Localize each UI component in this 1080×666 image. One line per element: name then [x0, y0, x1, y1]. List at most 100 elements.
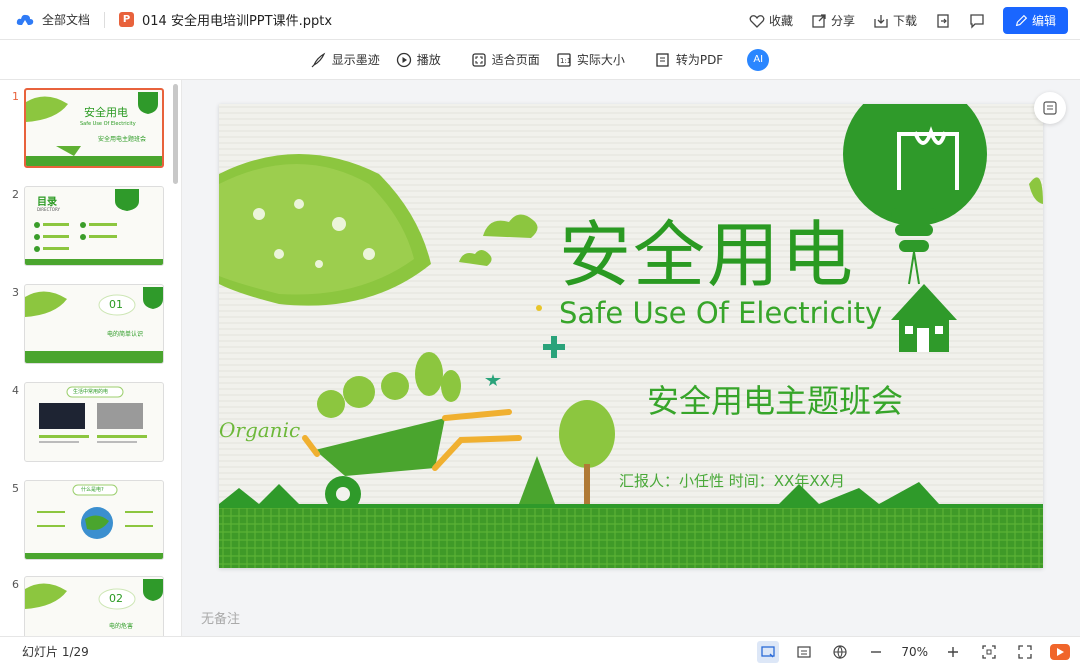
play-circle-icon	[396, 52, 411, 67]
outline-icon	[1043, 101, 1057, 115]
globe-icon	[833, 645, 847, 659]
to-pdf-label: 转为PDF	[675, 53, 724, 67]
share-icon	[812, 13, 826, 28]
speaker-notes[interactable]: 无备注	[201, 608, 240, 627]
share-button[interactable]: 分享	[811, 12, 855, 29]
thumbnail-2[interactable]: 2 目录 DIRECTORY	[0, 186, 181, 270]
fit-screen-icon	[982, 645, 996, 659]
share-label: 分享	[830, 14, 855, 28]
list-icon	[797, 646, 811, 658]
fit-page-button[interactable]: 适合页面	[471, 51, 540, 68]
collect-button[interactable]: 收藏	[749, 12, 793, 29]
web-view-button[interactable]	[829, 641, 851, 663]
play-label: 播放	[416, 53, 441, 67]
slideshow-button[interactable]	[1050, 644, 1070, 660]
pdf-icon	[656, 52, 669, 67]
actual-size-label: 实际大小	[576, 53, 625, 67]
thumb-subtitle: DIRECTORY	[37, 207, 60, 212]
thumbnail-6-art	[25, 579, 163, 610]
thumbnail-image: 生活中常用的电	[24, 382, 164, 462]
slide-counter: 幻灯片 1/29	[22, 645, 89, 659]
thumb-number-label: 01	[109, 298, 123, 311]
thumbnail-3[interactable]: 3 01 电的简单认识	[0, 284, 181, 368]
thumb-theme: 安全用电主题班会	[98, 136, 147, 143]
show-ink-label: 显示墨迹	[331, 53, 380, 67]
thumbnail-number: 1	[12, 90, 19, 103]
thumbnail-image: 01 电的简单认识	[24, 284, 164, 364]
actual-size-icon: 1:1	[557, 52, 571, 67]
thumbnail-number: 4	[12, 384, 19, 397]
file-name: 014 安全用电培训PPT课件.pptx	[142, 14, 333, 29]
download-label: 下载	[892, 14, 917, 28]
status-bar: 幻灯片 1/29 70%	[0, 636, 1080, 666]
svg-text:1:1: 1:1	[560, 57, 571, 65]
edit-button[interactable]: 编辑	[1002, 7, 1068, 34]
zoom-level[interactable]: 70%	[901, 645, 928, 659]
export-button[interactable]	[935, 13, 951, 29]
zoom-out-button[interactable]	[865, 641, 887, 663]
slide-canvas[interactable]: 安全用电 Safe Use Of Electricity 安全用电主题班会 汇报…	[219, 104, 1043, 568]
slide-artwork	[219, 104, 1043, 568]
show-ink-button[interactable]: 显示墨迹	[311, 51, 380, 68]
outline-view-button[interactable]	[1034, 92, 1066, 124]
slide-subtitle: Safe Use Of Electricity	[559, 296, 883, 330]
thumbnail-4[interactable]: 4 生活中常用的电	[0, 382, 181, 466]
notes-view-button[interactable]	[793, 641, 815, 663]
view-toolbar: 显示墨迹 播放 适合页面 1:1 实际大小 转为PDF AI	[0, 40, 1080, 80]
fullscreen-icon	[1018, 645, 1032, 659]
actual-size-button[interactable]: 1:1 实际大小	[556, 51, 625, 68]
download-button[interactable]: 下载	[873, 12, 917, 29]
edit-label: 编辑	[1031, 14, 1056, 28]
thumbnail-1-art	[26, 92, 162, 166]
fit-page-label: 适合页面	[491, 53, 540, 67]
fit-page-icon	[472, 52, 486, 67]
thumb-number-label: 02	[109, 592, 123, 605]
thumb-title: 目录	[37, 197, 57, 208]
top-bar: 全部文档 P 014 安全用电培训PPT课件.pptx 收藏 分享 下载 编辑	[0, 0, 1080, 40]
slide-thumbnail-panel: 1 安全用电 Safe Use Of Electricity 安全用电主题班会 …	[0, 80, 182, 636]
thumbnail-3-art	[25, 287, 163, 363]
normal-view-button[interactable]	[757, 641, 780, 663]
ink-pen-icon	[311, 52, 326, 67]
all-documents-link[interactable]: 全部文档	[42, 11, 90, 28]
thumbnail-6[interactable]: 6 02 电的危害	[0, 576, 181, 636]
slide-theme: 安全用电主题班会	[647, 382, 904, 420]
ai-assistant-button[interactable]: AI	[747, 48, 770, 71]
thumbnail-number: 2	[12, 188, 19, 201]
thumb-subtitle: 电的危害	[109, 623, 134, 630]
pencil-icon	[1015, 14, 1028, 27]
slide-organic-label: Organic	[219, 418, 301, 442]
collect-label: 收藏	[768, 14, 793, 28]
thumb-title: 安全用电	[84, 106, 128, 119]
thumbnail-image: 目录 DIRECTORY	[24, 186, 164, 266]
thumbnail-1[interactable]: 1 安全用电 Safe Use Of Electricity 安全用电主题班会	[0, 88, 181, 172]
play-icon	[1057, 648, 1064, 656]
fit-screen-button[interactable]	[978, 641, 1000, 663]
to-pdf-button[interactable]: 转为PDF	[655, 51, 723, 68]
top-actions: 收藏 分享 下载 编辑	[749, 7, 1068, 34]
zoom-in-button[interactable]	[942, 641, 964, 663]
thumb-subtitle: Safe Use Of Electricity	[80, 121, 136, 127]
fullscreen-button[interactable]	[1014, 641, 1036, 663]
slide-stage: 安全用电 Safe Use Of Electricity 安全用电主题班会 汇报…	[183, 80, 1080, 636]
play-button[interactable]: 播放	[396, 51, 441, 68]
thumb-title: 什么是电?	[81, 487, 104, 493]
heart-icon	[749, 14, 765, 28]
pptx-file-icon: P	[119, 12, 135, 27]
plus-icon	[948, 647, 958, 657]
thumbnail-image: 02 电的危害	[24, 576, 164, 636]
comment-button[interactable]	[969, 13, 985, 29]
thumbnail-number: 6	[12, 578, 19, 591]
minus-icon	[871, 651, 882, 653]
slide-view-icon	[761, 646, 775, 658]
thumbnail-image: 安全用电 Safe Use Of Electricity 安全用电主题班会	[24, 88, 164, 168]
thumbnail-image: 什么是电?	[24, 480, 164, 560]
status-controls: 70%	[757, 641, 1070, 663]
cloud-icon	[16, 14, 34, 25]
thumb-title: 生活中常用的电	[73, 389, 109, 395]
thumbnail-5[interactable]: 5 什么是电?	[0, 480, 181, 564]
download-icon	[874, 14, 888, 28]
thumbnail-number: 5	[12, 482, 19, 495]
slide-title: 安全用电	[559, 213, 856, 297]
thumb-subtitle: 电的简单认识	[107, 331, 144, 338]
